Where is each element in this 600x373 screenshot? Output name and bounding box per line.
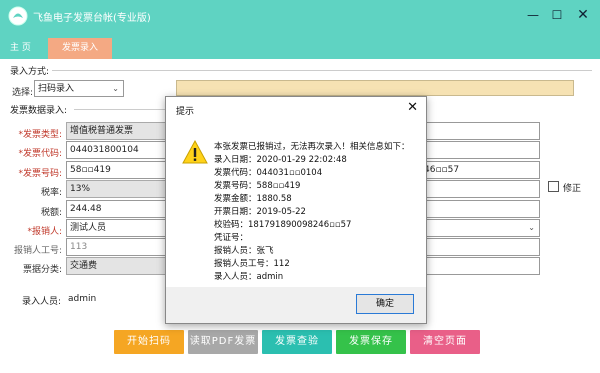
select-label: 选择: (11, 88, 33, 98)
dialog-voucher-number: 凭证号： (214, 233, 249, 243)
invoice-code-label: *发票代码: (18, 149, 62, 159)
dialog-issue-date: 开票日期：2019-05-22 (214, 207, 306, 217)
right-field-8[interactable] (420, 257, 540, 275)
clear-page-button[interactable]: 清空页面 (410, 330, 480, 354)
invoice-data-label: 发票数据录入: (10, 106, 68, 116)
right-field-2[interactable] (420, 141, 540, 159)
invoice-number-label: *发票号码: (18, 169, 62, 179)
category-field[interactable]: 交通费 (66, 257, 166, 275)
window-title: 飞鱼电子发票台帐(专业版) (33, 13, 151, 24)
tab-bar: 主 页 发票录入 (0, 32, 600, 59)
right-field-4[interactable] (420, 180, 540, 198)
recorder-label: 录入人员: (22, 297, 62, 307)
tax-amount-field[interactable]: 244.48 (66, 200, 166, 218)
dialog-recorder: 录入人员：admin (214, 272, 284, 282)
tax-amount-label: 税额: (40, 208, 62, 218)
right-field-7[interactable] (420, 238, 540, 256)
dialog-invoice-amount: 发票金额：1880.58 (214, 194, 292, 204)
divider (74, 109, 166, 110)
invoice-code-field[interactable]: 044031800104 (66, 141, 166, 159)
recorder-value: admin (68, 294, 97, 304)
modify-checkbox[interactable] (548, 181, 559, 192)
minimize-icon[interactable]: — (522, 5, 544, 25)
chevron-down-icon: ⌄ (112, 84, 119, 93)
save-invoice-button[interactable]: 发票保存 (336, 330, 406, 354)
chevron-down-icon: ⌄ (528, 223, 535, 232)
reporter-select[interactable]: 测试人员 (66, 219, 166, 237)
dialog-entry-date: 录入日期：2020-01-29 22:02:48 (214, 155, 347, 165)
entry-mode-label: 录入方式: (10, 67, 50, 77)
dialog-check-code: 校验码：181791890098246▫▫57 (214, 220, 352, 230)
tax-rate-label: 税率: (40, 188, 62, 198)
check-code-field[interactable]: 46▫▫57 (420, 161, 540, 179)
read-pdf-button[interactable]: 读取PDF发票 (188, 330, 258, 354)
divider (52, 70, 592, 71)
dialog-title: 提示 (176, 107, 195, 117)
right-field-6[interactable]: ⌄ (420, 219, 540, 237)
dialog-reporter: 报销人员：张飞 (214, 246, 274, 256)
dialog-invoice-code: 发票代码：044031▫▫0104 (214, 168, 323, 178)
start-scan-button[interactable]: 开始扫码 (114, 330, 184, 354)
dialog-message: 本张发票已报销过，无法再次录入！相关信息如下： (214, 142, 410, 152)
reporter-id-field[interactable]: 113 (66, 238, 166, 256)
check-invoice-button[interactable]: 发票查验 (262, 330, 332, 354)
tax-rate-field[interactable]: 13% (66, 180, 166, 198)
reporter-label: *报销人: (27, 227, 62, 237)
maximize-icon[interactable]: ☐ (546, 5, 568, 25)
tab-invoice-entry[interactable]: 发票录入 (48, 38, 112, 59)
invoice-type-field[interactable]: 增值税普通发票 (66, 122, 166, 140)
app-logo-icon (8, 6, 28, 26)
invoice-type-label: *发票类型: (18, 130, 62, 140)
entry-mode-select[interactable]: 扫码录入 ⌄ (34, 80, 124, 97)
dialog-body: 本张发票已报销过，无法再次录入！相关信息如下： 录入日期：2020-01-29 … (166, 122, 426, 287)
category-label: 票据分类: (22, 265, 62, 275)
modify-label: 修正 (563, 184, 582, 194)
warning-icon (182, 140, 208, 164)
entry-mode-value: 扫码录入 (38, 84, 75, 94)
ok-button[interactable]: 确定 (356, 294, 414, 314)
invoice-number-field[interactable]: 58▫▫419 (66, 161, 166, 179)
dialog-footer: 确定 (166, 287, 426, 323)
right-field-1[interactable] (420, 122, 540, 140)
dialog-invoice-number: 发票号码：588▫▫419 (214, 181, 301, 191)
dialog-reporter-id: 报销人员工号：112 (214, 259, 290, 269)
reporter-id-label: 报销人工号: (13, 246, 62, 256)
close-icon[interactable]: ✕ (572, 5, 594, 25)
dialog-close-icon[interactable]: ✕ (407, 100, 418, 115)
tab-home[interactable]: 主 页 (4, 38, 37, 59)
right-field-5[interactable] (420, 200, 540, 218)
title-bar: 飞鱼电子发票台帐(专业版) — ☐ ✕ (0, 0, 600, 32)
alert-dialog: 提示 ✕ 本张发票已报销过，无法再次录入！相关信息如下： 录入日期：2020-0… (165, 96, 427, 324)
scan-input-box[interactable] (176, 80, 574, 96)
reporter-value: 测试人员 (70, 223, 107, 233)
